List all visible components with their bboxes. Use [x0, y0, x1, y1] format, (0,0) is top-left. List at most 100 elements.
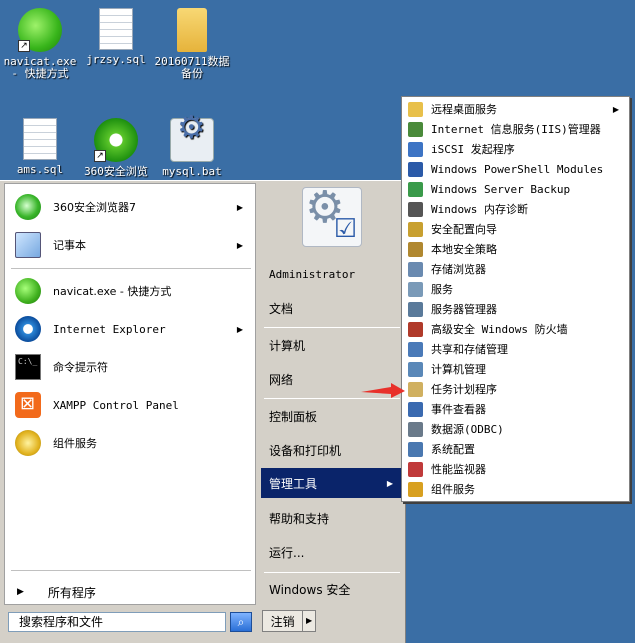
shutdown-options-arrow-icon[interactable]: ▶ [302, 611, 315, 631]
start-item-navicat[interactable]: navicat.exe - 快捷方式 [9, 275, 253, 307]
browser-360-icon [15, 194, 41, 220]
admin-tool-item[interactable]: 共享和存储管理 [402, 339, 629, 359]
admin-tool-item[interactable]: iSCSI 发起程序 [402, 139, 629, 159]
separator [264, 327, 400, 328]
submenu-arrow-icon: ▶ [236, 240, 243, 250]
server-manager-icon [408, 301, 423, 317]
search-input[interactable]: 搜索程序和文件 [8, 612, 226, 632]
xampp-icon [15, 392, 41, 418]
desktop-icon-backup-folder[interactable]: 20160711数据 备份 [154, 8, 230, 80]
start-item-360-browser[interactable]: 360安全浏览器7 ▶ [9, 191, 253, 223]
admin-tool-item[interactable]: 系统配置 [402, 439, 629, 459]
admin-tool-label: iSCSI 发起程序 [431, 143, 515, 156]
user-name: Administrator [269, 267, 356, 281]
admin-tool-label: 服务器管理器 [431, 303, 497, 316]
start-item-internet-explorer[interactable]: Internet Explorer ▶ [9, 313, 253, 345]
start-item-notepad[interactable]: 记事本 ▶ [9, 229, 253, 261]
user-folder-link[interactable]: Administrator [261, 259, 403, 289]
user-picture[interactable] [302, 182, 362, 247]
desktop-icon-mysql-bat[interactable]: mysql.bat [154, 118, 230, 178]
control-panel-label: 控制面板 [269, 409, 318, 424]
devices-printers-link[interactable]: 设备和打印机 [261, 435, 403, 465]
computer-management-icon [408, 361, 423, 377]
admin-tool-label: Windows Server Backup [431, 182, 571, 196]
admin-tool-label: 任务计划程序 [431, 383, 497, 396]
run-link[interactable]: 运行... [261, 537, 403, 567]
gear-icon [170, 118, 214, 162]
admin-tool-item[interactable]: 事件查看器 [402, 399, 629, 419]
services-icon [408, 281, 423, 297]
cmd-icon [15, 354, 41, 380]
admin-tool-item[interactable]: 高级安全 Windows 防火墙 [402, 319, 629, 339]
admin-tool-item[interactable]: 数据源(ODBC) [402, 419, 629, 439]
start-item-cmd[interactable]: 命令提示符 [9, 351, 253, 383]
start-item-label: Internet Explorer [53, 322, 166, 336]
submenu-arrow-icon: ▶ [236, 324, 243, 334]
desktop-icon-ams-sql[interactable]: ams.sql [2, 118, 78, 176]
admin-tools-submenu: 远程桌面服务 ▶ Internet 信息服务(IIS)管理器 iSCSI 发起程序 Wi… [401, 96, 630, 502]
desktop-icon-navicat[interactable]: ↗ navicat.exe - 快捷方式 [2, 8, 78, 80]
run-label: 运行... [269, 545, 305, 560]
shortcut-arrow-icon: ↗ [94, 150, 106, 162]
all-programs-button[interactable]: ▶ 所有程序 [9, 580, 259, 604]
logoff-button[interactable]: 注销 ▶ [262, 610, 316, 632]
admin-tool-item[interactable]: 安全配置向导 [402, 219, 629, 239]
admin-tool-item[interactable]: Internet 信息服务(IIS)管理器 [402, 119, 629, 139]
desktop-icon-jrzsy-sql[interactable]: jrzsy.sql [78, 8, 154, 66]
admin-tool-item[interactable]: Windows Server Backup [402, 179, 629, 199]
documents-link[interactable]: 文档 [261, 293, 403, 323]
search-button[interactable]: ⌕ [230, 612, 252, 632]
network-label: 网络 [269, 372, 294, 387]
start-item-label: navicat.exe - 快捷方式 [53, 285, 172, 298]
shortcut-arrow-icon: ↗ [18, 40, 30, 52]
ie-icon: ↗ [94, 118, 138, 162]
admin-tool-item[interactable]: 远程桌面服务 ▶ [402, 99, 629, 119]
admin-tool-item[interactable]: 任务计划程序 [402, 379, 629, 399]
file-icon [23, 118, 57, 160]
admin-tool-item[interactable]: 服务器管理器 [402, 299, 629, 319]
start-menu-programs-pane: 360安全浏览器7 ▶ 记事本 ▶ navicat.exe - 快捷方式 Int… [4, 183, 256, 605]
admin-tool-label: 服务 [431, 283, 453, 296]
component-services-icon [15, 430, 41, 456]
admin-tool-item[interactable]: 计算机管理 [402, 359, 629, 379]
computer-label: 计算机 [269, 338, 306, 353]
admin-tool-label: 共享和存储管理 [431, 343, 508, 356]
admin-tool-label: 数据源(ODBC) [431, 423, 504, 436]
iis-icon [408, 121, 423, 137]
notepad-icon [15, 232, 41, 258]
start-item-component-services[interactable]: 组件服务 [9, 427, 253, 459]
admin-tool-label: Internet 信息服务(IIS)管理器 [431, 123, 601, 136]
event-viewer-icon [408, 401, 423, 417]
admin-tool-item[interactable]: Windows 内存诊断 [402, 199, 629, 219]
admin-tool-item[interactable]: 性能监视器 [402, 459, 629, 479]
admin-tools-list: 远程桌面服务 ▶ Internet 信息服务(IIS)管理器 iSCSI 发起程序 Wi… [402, 99, 629, 499]
folder-icon [408, 101, 423, 117]
local-policy-icon [408, 241, 423, 257]
memory-icon [408, 201, 423, 217]
computer-link[interactable]: 计算机 [261, 330, 403, 360]
admin-tool-item[interactable]: 本地安全策略 [402, 239, 629, 259]
desktop-icon-label: jrzsy.sql [86, 53, 146, 66]
start-item-label: 360安全浏览器7 [53, 201, 136, 214]
admin-tool-label: 高级安全 Windows 防火墙 [431, 323, 568, 336]
admin-tool-label: 存储浏览器 [431, 263, 486, 276]
task-scheduler-icon [408, 381, 423, 397]
start-menu: 360安全浏览器7 ▶ 记事本 ▶ navicat.exe - 快捷方式 Int… [0, 180, 406, 643]
windows-security-link[interactable]: Windows 安全 [261, 574, 403, 604]
start-item-xampp[interactable]: XAMPP Control Panel [9, 389, 253, 421]
admin-tool-label: 事件查看器 [431, 403, 486, 416]
admin-tool-label: 本地安全策略 [431, 243, 497, 256]
admin-tool-item[interactable]: 服务 [402, 279, 629, 299]
admin-tool-label: 性能监视器 [431, 463, 486, 476]
desktop-icon-360-browser[interactable]: ↗ 360安全浏览 [78, 118, 154, 178]
submenu-arrow-icon: ▶ [612, 104, 619, 114]
firewall-icon [408, 321, 423, 337]
help-support-link[interactable]: 帮助和支持 [261, 503, 403, 533]
admin-tool-item[interactable]: 组件服务 [402, 479, 629, 499]
start-item-label: 记事本 [53, 239, 86, 252]
admin-tools-link[interactable]: 管理工具 ▶ [261, 468, 403, 498]
control-panel-link[interactable]: 控制面板 [261, 401, 403, 431]
desktop-icon-label: 20160711数据 备份 [154, 55, 230, 80]
admin-tool-item[interactable]: 存储浏览器 [402, 259, 629, 279]
admin-tool-item[interactable]: Windows PowerShell Modules [402, 159, 629, 179]
